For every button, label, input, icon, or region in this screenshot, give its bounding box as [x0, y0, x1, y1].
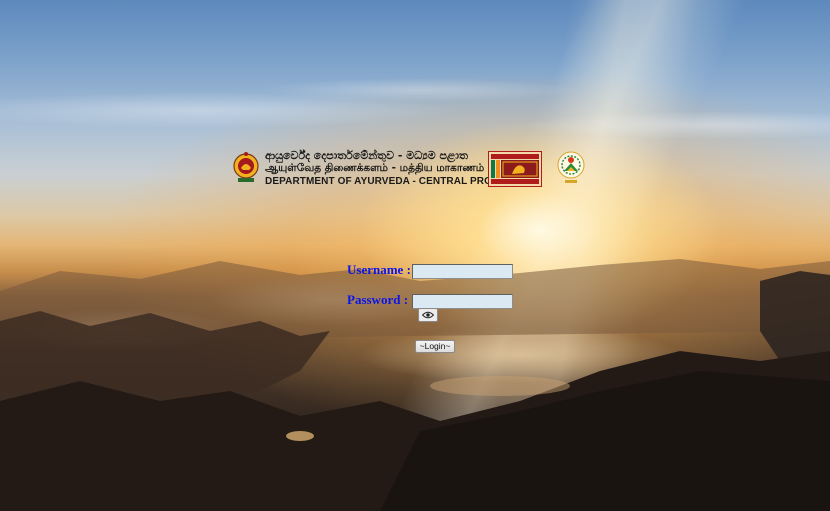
login-button[interactable]: ~Login~ — [415, 340, 455, 353]
title-english: DEPARTMENT OF AYURVEDA - CENTRAL PROVINC… — [265, 176, 524, 187]
background-mountains — [0, 259, 830, 511]
sri-lanka-flag-icon — [488, 151, 542, 187]
password-label: Password : — [347, 292, 409, 307]
title-sinhala: ආයුර්වේද දෙපාර්තමේන්තුව - මධ්‍යම පළාත — [265, 149, 468, 162]
department-title: ආයුර්වේද දෙපාර්තමේන්තුව - මධ්‍යම පළාත ஆய… — [265, 149, 524, 189]
ayurveda-logo-icon — [557, 151, 585, 183]
username-label: Username : — [347, 262, 411, 277]
title-tamil: ஆயுள்வேத திணைக்களம் - மத்திய மாகாணம் — [265, 162, 485, 174]
department-banner: ආයුර්වේද දෙපාර්තමේන්තුව - මධ්‍යම පළාත ஆய… — [230, 148, 592, 190]
eye-icon — [422, 311, 434, 319]
sri-lanka-emblem-icon — [233, 152, 259, 182]
login-page: ආයුර්වේද දෙපාර්තමේන්තුව - මධ්‍යම පළාත ஆய… — [0, 0, 830, 511]
username-input[interactable] — [412, 264, 513, 279]
password-input[interactable] — [412, 294, 513, 309]
show-password-button[interactable] — [418, 308, 438, 322]
